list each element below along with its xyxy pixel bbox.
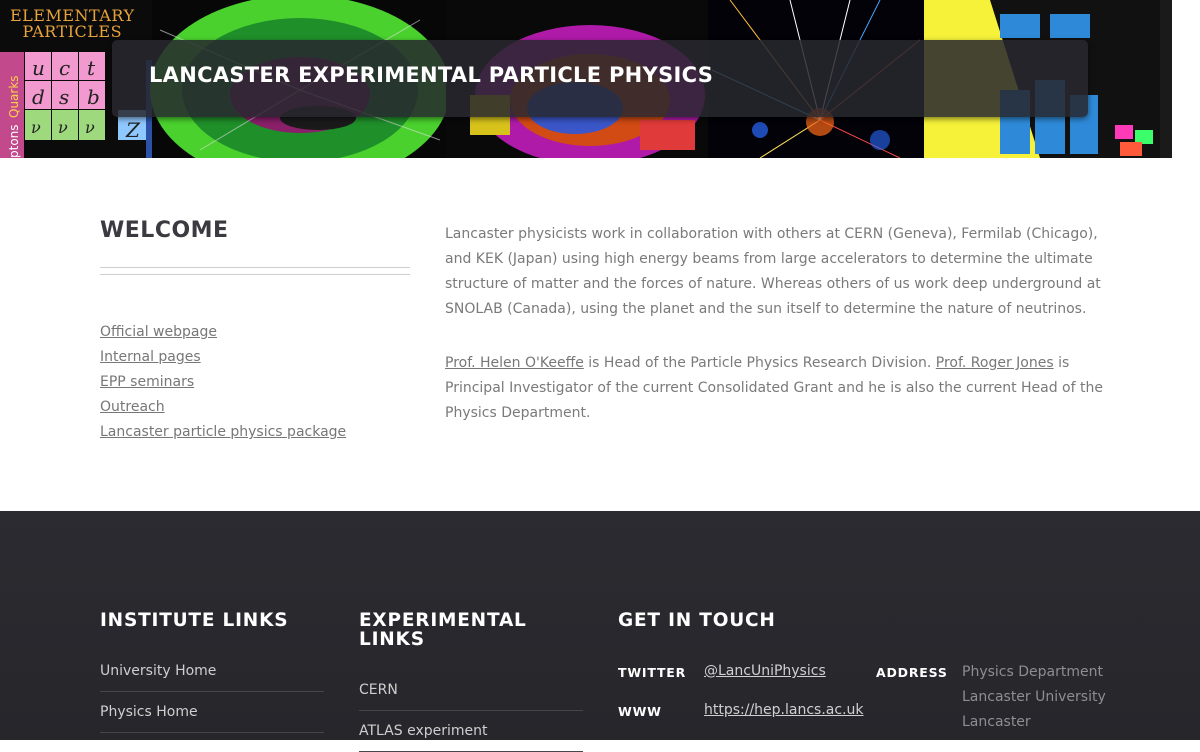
list-item: EPP seminars bbox=[100, 371, 410, 396]
internal-pages-link[interactable]: Internal pages bbox=[100, 349, 201, 365]
outreach-link[interactable]: Outreach bbox=[100, 399, 165, 415]
svg-text:u: u bbox=[32, 56, 45, 80]
svg-text:ν: ν bbox=[31, 118, 41, 137]
contact-column: GET IN TOUCH TWITTER @LancUniPhysics WWW… bbox=[618, 611, 1118, 740]
site-footer: INSTITUTE LINKS University Home Physics … bbox=[0, 511, 1200, 752]
official-webpage-link[interactable]: Official webpage bbox=[100, 324, 217, 340]
site-title-box: LANCASTER EXPERIMENTAL PARTICLE PHYSICS bbox=[112, 40, 1088, 117]
list-item: University Home bbox=[100, 651, 324, 692]
helen-okeeffe-link[interactable]: Prof. Helen O'Keeffe bbox=[445, 355, 584, 371]
address-block: Physics Department Lancaster University … bbox=[962, 660, 1106, 735]
header-banner: u c t d s b ν ν ν Z Quarks ptons ELEMENT… bbox=[0, 0, 1200, 158]
address-line: Physics Department bbox=[962, 664, 1103, 680]
svg-text:ν: ν bbox=[58, 118, 68, 137]
svg-text:t: t bbox=[87, 56, 96, 80]
list-item: Outreach bbox=[100, 396, 410, 421]
cern-link[interactable]: CERN bbox=[359, 682, 398, 698]
heads-paragraph: Prof. Helen O'Keeffe is Head of the Part… bbox=[445, 351, 1105, 426]
twitter-label: TWITTER bbox=[618, 665, 687, 680]
twitter-link[interactable]: @LancUniPhysics bbox=[704, 663, 826, 679]
svg-text:b: b bbox=[87, 85, 100, 109]
svg-text:Quarks: Quarks bbox=[7, 75, 21, 118]
atlas-experiment-link[interactable]: ATLAS experiment bbox=[359, 723, 488, 739]
list-item: CERN bbox=[359, 670, 583, 711]
welcome-sidebar: WELCOME Official webpage Internal pages … bbox=[100, 218, 410, 446]
www-label: WWW bbox=[618, 704, 662, 719]
double-divider bbox=[100, 267, 410, 275]
site-title[interactable]: LANCASTER EXPERIMENTAL PARTICLE PHYSICS bbox=[149, 63, 713, 87]
twitter-value: @LancUniPhysics bbox=[704, 663, 826, 679]
quick-links-list: Official webpage Internal pages EPP semi… bbox=[100, 321, 410, 446]
list-item: Lancaster particle physics package bbox=[100, 421, 410, 446]
svg-text:d: d bbox=[32, 85, 45, 109]
welcome-heading: WELCOME bbox=[100, 218, 229, 243]
intro-paragraph: Lancaster physicists work in collaborati… bbox=[445, 226, 1101, 317]
address-label: ADDRESS bbox=[876, 665, 948, 680]
institute-links-heading: INSTITUTE LINKS bbox=[100, 610, 289, 631]
intro-text: Lancaster physicists work in collaborati… bbox=[445, 222, 1105, 455]
institute-links-column: INSTITUTE LINKS University Home Physics … bbox=[100, 611, 324, 733]
experimental-links-heading: EXPERIMENTAL LINKS bbox=[359, 610, 527, 650]
roger-jones-link[interactable]: Prof. Roger Jones bbox=[936, 355, 1054, 371]
svg-text:c: c bbox=[59, 56, 70, 80]
list-item: Physics Home bbox=[100, 692, 324, 733]
elementary-particles-logo: ELEMENTARY PARTICLES bbox=[10, 8, 135, 40]
svg-text:ν: ν bbox=[85, 118, 95, 137]
institute-links-list: University Home Physics Home bbox=[100, 651, 324, 733]
logo-line-2: PARTICLES bbox=[22, 22, 123, 41]
www-value: https://hep.lancs.ac.uk bbox=[704, 702, 864, 718]
address-line: Lancaster University bbox=[962, 689, 1106, 705]
address-line: Lancaster bbox=[962, 714, 1031, 730]
particle-physics-package-link[interactable]: Lancaster particle physics package bbox=[100, 424, 346, 440]
svg-text:Z: Z bbox=[125, 118, 141, 142]
main-content: WELCOME Official webpage Internal pages … bbox=[0, 158, 1200, 511]
list-item: ATLAS experiment bbox=[359, 711, 583, 752]
get-in-touch-heading: GET IN TOUCH bbox=[618, 610, 776, 631]
university-home-link[interactable]: University Home bbox=[100, 663, 216, 679]
list-item: Internal pages bbox=[100, 346, 410, 371]
list-item: Official webpage bbox=[100, 321, 410, 346]
svg-text:ptons: ptons bbox=[7, 124, 21, 158]
svg-text:s: s bbox=[59, 85, 69, 109]
experimental-links-column: EXPERIMENTAL LINKS CERN ATLAS experiment bbox=[359, 611, 583, 752]
heads-text-1: is Head of the Particle Physics Research… bbox=[583, 355, 936, 371]
www-link[interactable]: https://hep.lancs.ac.uk bbox=[704, 702, 864, 718]
physics-home-link[interactable]: Physics Home bbox=[100, 704, 198, 720]
epp-seminars-link[interactable]: EPP seminars bbox=[100, 374, 194, 390]
